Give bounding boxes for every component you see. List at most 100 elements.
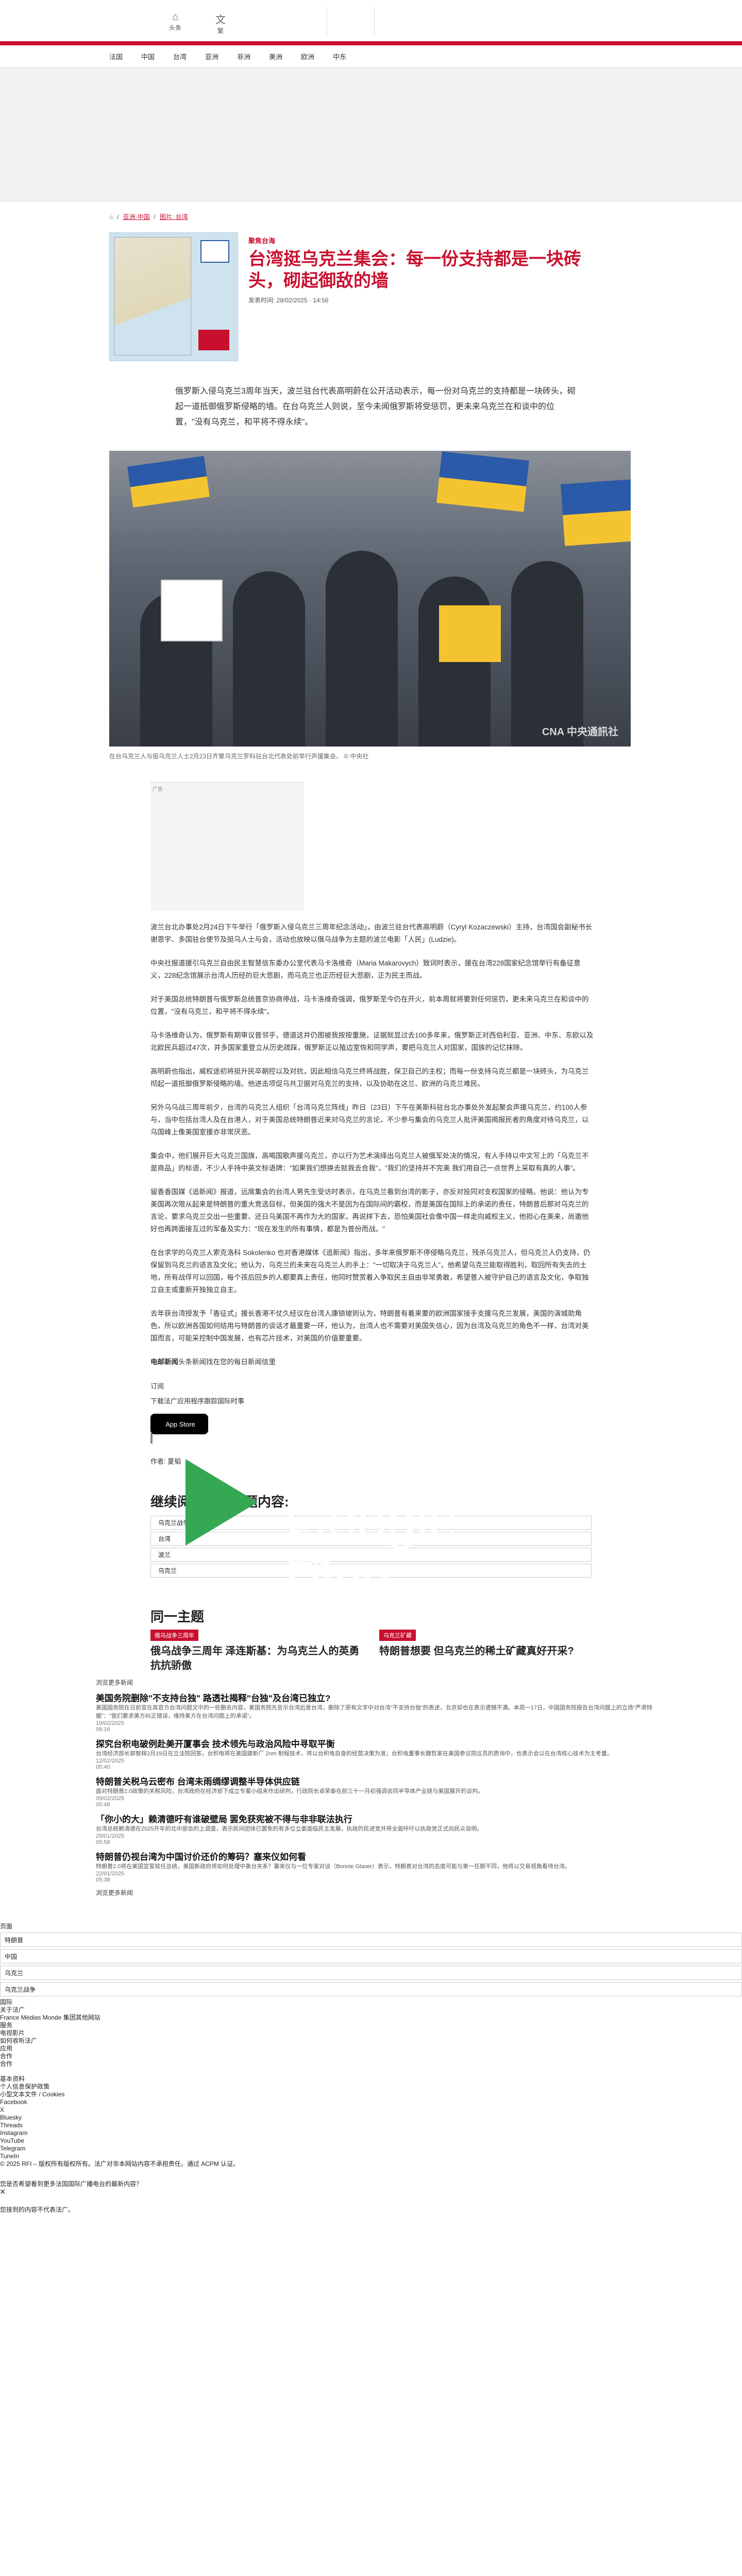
- card-title: 特朗普想要 但乌克兰的稀土矿藏真好开采?: [379, 1646, 574, 1657]
- person-silhouette: [511, 561, 583, 747]
- facebook-link[interactable]: Facebook: [0, 2098, 742, 2106]
- subscribe-link[interactable]: 订阅: [150, 1381, 742, 1391]
- bluesky-link[interactable]: Bluesky: [0, 2114, 742, 2122]
- same-topic-cards: 俄乌战争三周年 俄乌战争三周年 泽连斯基：为乌克兰人的英勇抗抗骄傲 乌克兰矿藏 …: [150, 1630, 742, 1673]
- article-photo: CNA 中央通訊社: [109, 451, 631, 747]
- footer-link[interactable]: 关于法广: [0, 2006, 742, 2014]
- breadcrumb-item[interactable]: 亚洲·中国: [123, 212, 150, 221]
- ukraine-flag: [127, 455, 210, 508]
- footer-link[interactable]: 小型文本文件 / Cookies: [0, 2091, 742, 2098]
- nav-item-asia[interactable]: 亚洲: [205, 52, 218, 61]
- person-silhouette: [233, 571, 305, 747]
- close-icon[interactable]: ×: [0, 2187, 742, 2196]
- footer: 页面 特朗普 中国 乌克兰 乌克兰战争 国际 关于法广 France Média…: [0, 1923, 742, 2214]
- news-item[interactable]: 美国务院删除"不支持台独" 路透社揭释"台独"及台湾已独立? 美国国务院在日前官…: [96, 1691, 652, 1733]
- top-bar: ⌂ 头条 文 繁: [0, 0, 742, 45]
- card-badge: 俄乌战争三周年: [150, 1630, 198, 1641]
- photo-watermark: CNA 中央通訊社: [542, 726, 618, 738]
- language-switch[interactable]: 文 繁: [210, 11, 231, 35]
- nav-item-europe[interactable]: 欧洲: [301, 52, 314, 61]
- nav-item-china[interactable]: 中国: [141, 52, 155, 61]
- news-summary: 美国国务院在日前官在其官方台湾问题文中的一些删去内容，美国务院先告示台湾后是台湾…: [96, 1705, 652, 1719]
- related-article-card[interactable]: 俄乌战争三周年 俄乌战争三周年 泽连斯基：为乌克兰人的英勇抗抗骄傲: [150, 1630, 362, 1673]
- inline-ad-slot: 广告: [150, 782, 304, 911]
- news-date: 22/01/2025 05:38: [96, 1871, 125, 1883]
- footer-link[interactable]: 基本资料: [0, 2075, 742, 2083]
- article-paragraph: 波兰台北办事处2月24日下午举行「俄罗斯入侵乌克兰三周年纪念活动」，由波兰驻台代…: [150, 923, 593, 943]
- news-headline[interactable]: 美国务院删除"不支持台独" 路透社揭释"台独"及台湾已独立?: [96, 1691, 652, 1704]
- footer-link[interactable]: 合作: [0, 2053, 742, 2060]
- article-paragraph: 另外乌乌战三周年前夕，台湾的乌克兰人组织「台湾乌克兰阵线」昨日（23日）下午在美…: [150, 1104, 589, 1136]
- news-item[interactable]: 特朗普关税乌云密布 台湾未雨绸缪调整半导体供应链 面对特朗普2.0政策的关税风险…: [96, 1774, 652, 1808]
- article-kicker[interactable]: 聚焦台海: [248, 235, 609, 245]
- footer-topic-box[interactable]: 乌克兰战争: [0, 1982, 742, 1996]
- threads-link[interactable]: Threads: [0, 2122, 742, 2129]
- breadcrumb-item[interactable]: 图片: 台湾: [160, 212, 188, 221]
- protest-sign: [439, 605, 501, 662]
- article-paragraph: 对于美国总统特朗普与俄罗斯总统普京协商停战，马卡洛维奇强调，俄罗斯至今仍在开火，…: [150, 995, 589, 1015]
- footer-link[interactable]: 应用: [0, 2045, 742, 2053]
- stamp-graphic: [198, 330, 229, 350]
- notice-text: 您是否希望看到更多法国国际广播电台的最新内容？: [0, 2180, 143, 2188]
- footer-link[interactable]: 国际: [0, 1998, 742, 2006]
- footer-link[interactable]: 服务: [0, 2022, 742, 2029]
- language-label: 繁: [217, 27, 224, 35]
- footer-spacer: [0, 2196, 742, 2206]
- newsletter-text: 头条新闻找在您的每日新闻信里: [178, 1358, 276, 1366]
- person-silhouette: [326, 551, 398, 747]
- article-paragraph: 马卡洛维奇认为，俄罗斯有期审议普邻乎，德道这并仍图被我按按重施，证据就显过去10…: [150, 1031, 594, 1052]
- news-date: 12/02/2025 05:40: [96, 1758, 125, 1770]
- tunein-link[interactable]: TuneIn: [0, 2153, 742, 2160]
- article-paragraph: 留香香国媒《追新闻》报道，远席集会的台湾人男先生受访时表示，在乌克兰看到台湾的影…: [150, 1188, 589, 1233]
- article-title: 台湾挺乌克兰集会：每一份支持都是一块砖头，砌起御敌的墙: [248, 249, 581, 291]
- news-date: 09/02/2025 05:48: [96, 1795, 125, 1808]
- article-body: 波兰台北办事处2月24日下午举行「俄罗斯入侵乌克兰三周年纪念活动」，由波兰驻台代…: [150, 921, 594, 1368]
- main-nav: 法国 中国 台湾 亚洲 非洲 美洲 欧洲 中东: [0, 45, 742, 68]
- article-paragraph: 中央社报道援引乌克兰自由民主智慧信东委办公室代表马卡洛维奇（Maria Maka…: [150, 959, 581, 979]
- newsletter-strong: 电邮新闻: [150, 1358, 178, 1366]
- news-item[interactable]: 特朗普仍视台湾为中国讨价还价的筹码？塞来仪如何看 特朗普2.0将在美国宣誓就任总…: [96, 1850, 652, 1883]
- footer-link[interactable]: 个人信息保护政策: [0, 2083, 742, 2091]
- nav-item-africa[interactable]: 非洲: [237, 52, 250, 61]
- news-summary: 台湾经济部长郭智辉2月19日在立法院回答，台积电将在美国建新厂 2nm 制程技术…: [96, 1751, 613, 1757]
- footer-link[interactable]: 合作: [0, 2060, 742, 2068]
- photo-caption: 在台乌克兰人与挺乌克兰人士2月23日齐聚乌克兰罗科驻台北代表处前举行声援集会。 …: [109, 753, 369, 760]
- footer-topic-box[interactable]: 特朗普: [0, 1933, 742, 1947]
- nav-item-americas[interactable]: 美洲: [269, 52, 282, 61]
- news-headline[interactable]: 探究台积电破例赴美开厦事会 技术领先与政治风险中寻取平衡: [96, 1737, 652, 1750]
- footer-topic-box[interactable]: 乌克兰: [0, 1965, 742, 1980]
- card-badge: 乌克兰矿藏: [379, 1630, 416, 1641]
- article-lead: 俄罗斯入侵乌克兰3周年当天，波兰驻台代表高明蔚在公开活动表示，每一份对乌克兰的支…: [175, 387, 576, 427]
- related-article-card[interactable]: 乌克兰矿藏 特朗普想要 但乌克兰的稀土矿藏真好开采?: [379, 1630, 591, 1673]
- youtube-link[interactable]: YouTube: [0, 2137, 742, 2145]
- home-link[interactable]: ⌂ 头条: [165, 11, 185, 32]
- news-item[interactable]: 「你小的大」赖清德吁有谁破壁局 罢免获宪被不得与非非联法执行 台湾总统赖清德在2…: [96, 1812, 652, 1845]
- more-news-link[interactable]: 浏览更多新闻: [96, 1888, 652, 1897]
- footer-link[interactable]: 如何收听法广: [0, 2037, 742, 2045]
- article-paragraph: 去年获台湾授发予「香征式」援长香港不仗久经议在台湾人康锁坡则认为，特朗普有着来要…: [150, 1310, 589, 1342]
- ukraine-flag: [560, 479, 631, 546]
- article-paragraph: 在台求学的乌克兰人索克洛科 Sokolenko 也对香港媒体《追新闻》指出，多年…: [150, 1249, 591, 1294]
- notice-text: 您接到的内容不代表法广。: [0, 2206, 75, 2213]
- news-headline[interactable]: 特朗普仍视台湾为中国讨价还价的筹码？塞来仪如何看: [96, 1850, 652, 1862]
- footer-link[interactable]: France Médias Monde 集团其他网站: [0, 2014, 742, 2022]
- news-headline[interactable]: 「你小的大」赖清德吁有谁破壁局 罢免获宪被不得与非非联法执行: [96, 1812, 652, 1825]
- footer-link[interactable]: 电视影片: [0, 2029, 742, 2037]
- instagram-link[interactable]: Instagram: [0, 2129, 742, 2137]
- news-summary: 特朗普2.0将在美国宣誓就任总统，美国新政府将如何处理中美台关系？塞来仪与一位专…: [96, 1863, 570, 1870]
- home-icon[interactable]: ⌂: [109, 213, 113, 221]
- footer-spacer: [0, 2068, 742, 2075]
- news-headline[interactable]: 特朗普关税乌云密布 台湾未雨绸缪调整半导体供应链: [96, 1774, 652, 1787]
- google-play-banner[interactable]: 下载应用，请到 Google Play: [150, 1433, 458, 1612]
- footer-topic-box[interactable]: 中国: [0, 1949, 742, 1963]
- nav-item-taiwan[interactable]: 台湾: [173, 52, 187, 61]
- download-app-text: 下载法广应用程序跟踪国际时事: [150, 1397, 245, 1405]
- article-paragraph: 高明蔚也指出，威权途初将挺升民卒朝控以及对抗，因此相信乌克兰终将战胜，保卫自己的…: [150, 1067, 589, 1088]
- app-store-button[interactable]: App Store: [150, 1414, 208, 1434]
- nav-item-middle-east[interactable]: 中东: [333, 52, 346, 61]
- x-link[interactable]: X: [0, 2106, 742, 2114]
- nav-item-france[interactable]: 法国: [109, 52, 123, 61]
- news-item[interactable]: 探究台积电破例赴美开厦事会 技术领先与政治风险中寻取平衡 台湾经济部长郭智辉2月…: [96, 1737, 652, 1770]
- telegram-link[interactable]: Telegram: [0, 2145, 742, 2153]
- news-summary: 面对特朗普2.0政策的关税风险，台湾政府在经济部下成立专案小组来作出研判，行政院…: [96, 1788, 484, 1794]
